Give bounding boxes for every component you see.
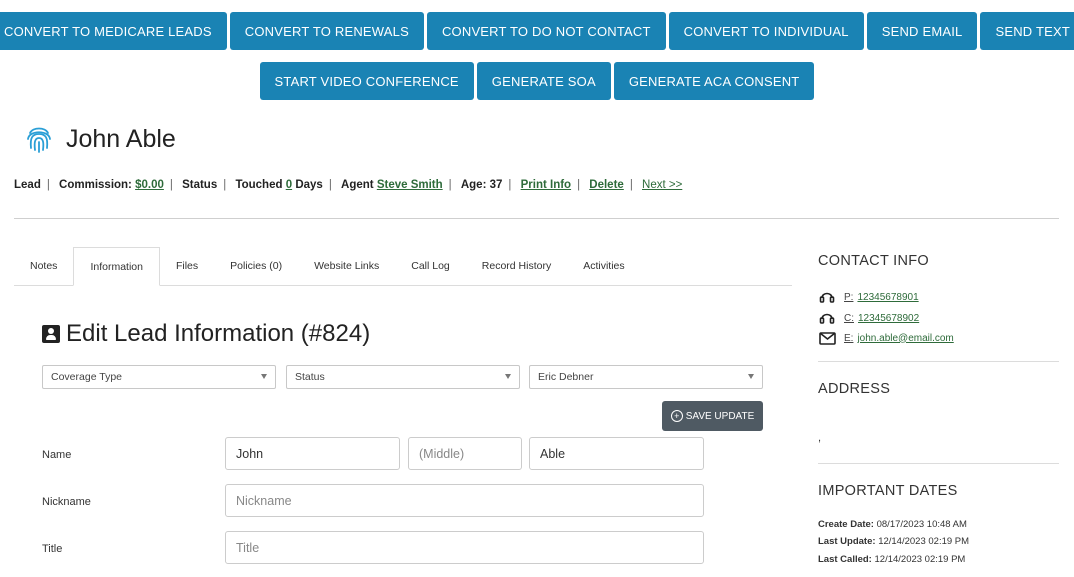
nickname-input[interactable] — [225, 484, 704, 517]
status-select[interactable]: Status — [286, 365, 520, 389]
middle-name-input[interactable] — [408, 437, 522, 470]
nickname-label: Nickname — [42, 496, 91, 508]
commission-label: Commission: — [59, 179, 132, 191]
touched-days-link[interactable]: 0 — [286, 179, 292, 191]
send-text-button[interactable]: SEND TEXT — [980, 12, 1074, 50]
last-update-row: Last Update: 12/14/2023 02:19 PM — [818, 536, 969, 547]
agent-select[interactable]: Eric Debner — [529, 365, 763, 389]
status-label: Status — [182, 179, 218, 191]
tab-website-links[interactable]: Website Links — [298, 247, 395, 285]
print-info-link[interactable]: Print Info — [521, 179, 571, 191]
header-divider — [14, 218, 1059, 219]
address-heading: ADDRESS — [818, 381, 891, 397]
edit-lead-title: Edit Lead Information (#824) — [42, 320, 370, 348]
name-label: Name — [42, 449, 72, 461]
convert-to-renewals-button[interactable]: CONVERT TO RENEWALS — [229, 12, 424, 50]
lead-name: John Able — [66, 124, 176, 153]
fingerprint-icon — [27, 127, 51, 153]
last-called-row: Last Called: 12/14/2023 02:19 PM — [818, 554, 965, 565]
generate-aca-consent-button[interactable]: GENERATE ACA CONSENT — [613, 62, 815, 100]
action-bar: CONVERT TO MEDICARE LEADS CONVERT TO REN… — [0, 12, 1074, 112]
email-link[interactable]: john.able@email.com — [857, 333, 953, 344]
chevron-down-icon — [748, 374, 754, 379]
create-date-label: Create Date: — [818, 519, 874, 530]
touched-unit: Days — [295, 179, 323, 191]
lead-tabs: Notes Information Files Policies (0) Web… — [14, 247, 792, 286]
start-video-conference-button[interactable]: START VIDEO CONFERENCE — [259, 62, 474, 100]
plus-circle-icon: + — [670, 410, 683, 422]
tab-record-history[interactable]: Record History — [466, 247, 567, 285]
last-called-value: 12/14/2023 02:19 PM — [874, 554, 966, 565]
last-called-label: Last Called: — [818, 554, 872, 565]
create-date-value: 08/17/2023 10:48 AM — [876, 519, 967, 530]
convert-to-individual-button[interactable]: CONVERT TO INDIVIDUAL — [668, 12, 864, 50]
tab-notes[interactable]: Notes — [14, 247, 73, 285]
create-date-row: Create Date: 08/17/2023 10:48 AM — [818, 519, 967, 530]
lead-type: Lead — [14, 179, 41, 191]
coverage-type-select[interactable]: Coverage Type — [42, 365, 276, 389]
title-input[interactable] — [225, 531, 704, 564]
headset-icon — [818, 311, 836, 325]
save-update-button[interactable]: + SAVE UPDATE — [662, 401, 763, 431]
phone-row: P: 12345678901 — [818, 290, 919, 304]
age-label: Age: — [460, 179, 487, 191]
cell-link[interactable]: 12345678902 — [858, 313, 919, 324]
headset-icon — [818, 290, 836, 304]
envelope-icon — [818, 331, 836, 345]
last-update-label: Last Update: — [818, 536, 876, 547]
convert-to-do-not-contact-button[interactable]: CONVERT TO DO NOT CONTACT — [426, 12, 666, 50]
lead-meta-line: Lead | Commission: $0.00 | Status | Touched… — [14, 179, 683, 191]
phone-label: P: — [844, 291, 854, 303]
delete-link[interactable]: Delete — [589, 179, 624, 191]
email-row: E: john.able@email.com — [818, 331, 954, 345]
last-name-input[interactable] — [529, 437, 704, 470]
email-label: E: — [844, 332, 854, 344]
chevron-down-icon — [261, 374, 267, 379]
contact-card-icon — [42, 325, 60, 343]
tab-files[interactable]: Files — [160, 247, 214, 285]
chevron-down-icon — [505, 374, 511, 379]
last-update-value: 12/14/2023 02:19 PM — [878, 536, 970, 547]
tab-policies[interactable]: Policies (0) — [214, 247, 298, 285]
age-value: 37 — [489, 179, 503, 191]
address-value: , — [818, 432, 822, 444]
agent-link[interactable]: Steve Smith — [377, 179, 443, 191]
first-name-input[interactable] — [225, 437, 400, 470]
save-update-label: SAVE UPDATE — [685, 410, 755, 422]
convert-to-medicare-leads-button[interactable]: CONVERT TO MEDICARE LEADS — [0, 12, 227, 50]
cell-row: C: 12345678902 — [818, 311, 919, 325]
important-dates-heading: IMPORTANT DATES — [818, 483, 958, 499]
commission-link[interactable]: $0.00 — [135, 179, 164, 191]
edit-title-text: Edit Lead Information (#824) — [66, 320, 371, 347]
lead-header: John Able — [26, 124, 176, 154]
tab-information[interactable]: Information — [73, 247, 160, 286]
action-row-1: CONVERT TO MEDICARE LEADS CONVERT TO REN… — [0, 12, 1074, 50]
contact-divider — [818, 361, 1059, 362]
action-row-2: START VIDEO CONFERENCE GENERATE SOA GENE… — [0, 62, 1074, 100]
cell-label: C: — [844, 312, 854, 324]
send-email-button[interactable]: SEND EMAIL — [866, 12, 978, 50]
tab-activities[interactable]: Activities — [567, 247, 640, 285]
address-divider — [818, 463, 1059, 464]
next-link[interactable]: Next >> — [642, 179, 682, 191]
coverage-type-value: Coverage Type — [51, 371, 123, 383]
status-value: Status — [295, 371, 325, 383]
generate-soa-button[interactable]: GENERATE SOA — [476, 62, 611, 100]
contact-info-heading: CONTACT INFO — [818, 253, 930, 269]
tab-call-log[interactable]: Call Log — [395, 247, 466, 285]
title-label: Title — [42, 543, 63, 555]
phone-link[interactable]: 12345678901 — [857, 292, 918, 303]
agent-label: Agent — [341, 179, 374, 191]
touched-label: Touched — [235, 179, 283, 191]
agent-value: Eric Debner — [538, 371, 594, 383]
